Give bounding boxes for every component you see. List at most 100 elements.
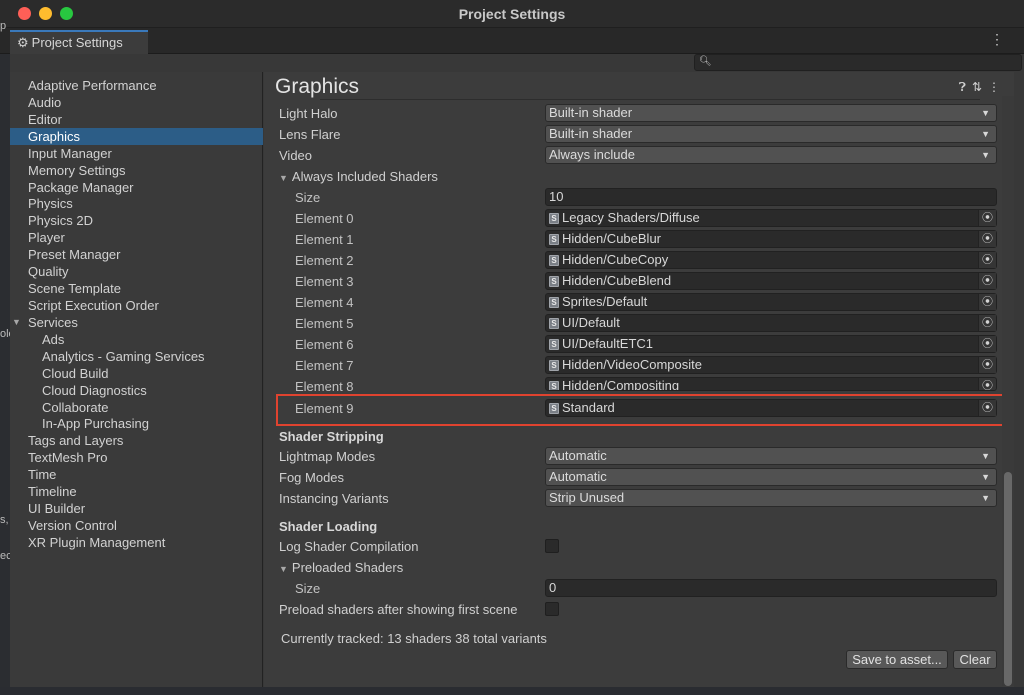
shader-object-field[interactable]: S Standard ⦿ bbox=[545, 399, 997, 417]
preload-after-scene-checkbox[interactable] bbox=[545, 602, 559, 616]
sidebar-item-input-manager[interactable]: Input Manager bbox=[10, 145, 263, 162]
sidebar-item-cloud-build[interactable]: Cloud Build bbox=[10, 365, 263, 382]
help-icon[interactable]: ❓︎ bbox=[959, 80, 972, 94]
sidebar-item-xr-plugin-management[interactable]: XR Plugin Management bbox=[10, 534, 263, 551]
header-divider bbox=[320, 99, 980, 100]
sidebar-item-in-app-purchasing[interactable]: In-App Purchasing bbox=[10, 415, 263, 432]
sidebar-item-version-control[interactable]: Version Control bbox=[10, 517, 263, 534]
lens-flare-dropdown[interactable]: Built-in shader ▼ bbox=[545, 125, 997, 143]
tab-label: Project Settings bbox=[31, 35, 123, 50]
shader-icon: S bbox=[549, 318, 559, 329]
always-included-foldout[interactable]: ▼ Always Included Shaders bbox=[279, 169, 438, 184]
object-picker-icon[interactable]: ⦿ bbox=[978, 336, 996, 352]
video-dropdown[interactable]: Always include ▼ bbox=[545, 146, 997, 164]
dropdown-value: Built-in shader bbox=[549, 105, 633, 120]
always-included-size-field[interactable]: 10 bbox=[545, 188, 997, 206]
element-label: Element 4 bbox=[295, 295, 354, 310]
sidebar-item-audio[interactable]: Audio bbox=[10, 94, 263, 111]
light-halo-label: Light Halo bbox=[279, 106, 338, 121]
object-picker-icon[interactable]: ⦿ bbox=[978, 294, 996, 310]
scrollbar-thumb[interactable] bbox=[1004, 472, 1012, 686]
foldout-label: Preloaded Shaders bbox=[291, 560, 404, 575]
sidebar-item-cloud-diagnostics[interactable]: Cloud Diagnostics bbox=[10, 382, 263, 399]
sidebar-item-time[interactable]: Time bbox=[10, 466, 263, 483]
tab-bar: ⚙ Project Settings ⋮ bbox=[0, 28, 1024, 54]
object-picker-icon[interactable]: ⦿ bbox=[978, 315, 996, 331]
video-label: Video bbox=[279, 148, 313, 163]
expand-triangle-icon[interactable]: ▼ bbox=[12, 314, 21, 331]
more-options-icon[interactable]: ⋮ bbox=[988, 80, 1006, 94]
shader-object-field[interactable]: S UI/Default ⦿ bbox=[545, 314, 997, 332]
sidebar-item-physics[interactable]: Physics bbox=[10, 195, 263, 212]
shader-icon: S bbox=[549, 381, 559, 390]
fog-modes-label: Fog Modes bbox=[279, 470, 345, 485]
chevron-down-icon: ▼ bbox=[981, 472, 990, 482]
sidebar-item-memory-settings[interactable]: Memory Settings bbox=[10, 162, 263, 179]
shader-object-field[interactable]: S Hidden/Compositing ⦿ bbox=[545, 377, 997, 391]
chevron-down-icon: ▼ bbox=[981, 493, 990, 503]
sidebar-item-package-manager[interactable]: Package Manager bbox=[10, 179, 263, 196]
sidebar-item-timeline[interactable]: Timeline bbox=[10, 483, 263, 500]
sidebar-item-player[interactable]: Player bbox=[10, 229, 263, 246]
sidebar-item-graphics[interactable]: Graphics bbox=[10, 128, 263, 145]
shader-icon: S bbox=[549, 339, 559, 350]
shader-object-field[interactable]: S Sprites/Default ⦿ bbox=[545, 293, 997, 311]
sidebar-item-quality[interactable]: Quality bbox=[10, 263, 263, 280]
dropdown-value: Built-in shader bbox=[549, 126, 633, 141]
element-label: Element 6 bbox=[295, 337, 354, 352]
sidebar-item-physics-2d[interactable]: Physics 2D bbox=[10, 212, 263, 229]
object-picker-icon[interactable]: ⦿ bbox=[978, 357, 996, 373]
sidebar-item-collaborate[interactable]: Collaborate bbox=[10, 399, 263, 416]
sidebar-item-services[interactable]: ▼ Services bbox=[10, 314, 263, 331]
sidebar-item-ads[interactable]: Ads bbox=[10, 331, 263, 348]
lens-flare-label: Lens Flare bbox=[279, 127, 341, 142]
object-picker-icon[interactable]: ⦿ bbox=[978, 231, 996, 247]
sidebar-item-analytics[interactable]: Analytics - Gaming Services bbox=[10, 348, 263, 365]
sidebar-item-preset-manager[interactable]: Preset Manager bbox=[10, 246, 263, 263]
shader-stripping-heading: Shader Stripping bbox=[279, 429, 384, 444]
kebab-menu-icon[interactable]: ⋮ bbox=[990, 31, 1004, 48]
fog-modes-dropdown[interactable]: Automatic ▼ bbox=[545, 468, 997, 486]
shader-object-field[interactable]: S UI/DefaultETC1 ⦿ bbox=[545, 335, 997, 353]
sidebar-item-textmesh-pro[interactable]: TextMesh Pro bbox=[10, 449, 263, 466]
sidebar-item-label: Services bbox=[28, 315, 78, 330]
tracked-shaders-status: Currently tracked: 13 shaders 38 total v… bbox=[281, 631, 547, 646]
settings-sidebar: Adaptive Performance Audio Editor Graphi… bbox=[10, 72, 263, 687]
sidebar-item-scene-template[interactable]: Scene Template bbox=[10, 280, 263, 297]
lightmap-modes-dropdown[interactable]: Automatic ▼ bbox=[545, 447, 997, 465]
vertical-scrollbar[interactable] bbox=[1002, 96, 1014, 686]
search-input[interactable]: 🔍︎ bbox=[694, 54, 1022, 71]
sidebar-item-script-execution-order[interactable]: Script Execution Order bbox=[10, 297, 263, 314]
preloaded-size-field[interactable]: 0 bbox=[545, 579, 997, 597]
shader-object-field[interactable]: S Legacy Shaders/Diffuse ⦿ bbox=[545, 209, 997, 227]
preloaded-shaders-foldout[interactable]: ▼ Preloaded Shaders bbox=[279, 560, 403, 575]
shader-object-field[interactable]: S Hidden/CubeCopy ⦿ bbox=[545, 251, 997, 269]
background-window-edge: p ole s, ec bbox=[0, 20, 10, 695]
clear-button[interactable]: Clear bbox=[953, 650, 997, 669]
shader-object-field[interactable]: S Hidden/CubeBlur ⦿ bbox=[545, 230, 997, 248]
object-picker-icon[interactable]: ⦿ bbox=[978, 252, 996, 268]
sidebar-item-tags-and-layers[interactable]: Tags and Layers bbox=[10, 432, 263, 449]
object-picker-icon[interactable]: ⦿ bbox=[978, 210, 996, 226]
sidebar-item-editor[interactable]: Editor bbox=[10, 111, 263, 128]
object-picker-icon[interactable]: ⦿ bbox=[978, 273, 996, 289]
chevron-down-icon: ▼ bbox=[981, 129, 990, 139]
settings-main-panel: Graphics ❓︎⇅⋮ Light Halo Built-in shader… bbox=[264, 72, 1014, 687]
tab-project-settings[interactable]: ⚙ Project Settings bbox=[10, 30, 148, 54]
bleed-text: p bbox=[0, 20, 7, 32]
sidebar-item-adaptive-performance[interactable]: Adaptive Performance bbox=[10, 77, 263, 94]
object-picker-icon[interactable]: ⦿ bbox=[978, 378, 996, 390]
log-shader-compilation-checkbox[interactable] bbox=[545, 539, 559, 553]
expand-triangle-icon: ▼ bbox=[279, 173, 288, 183]
shader-object-field[interactable]: S Hidden/VideoComposite ⦿ bbox=[545, 356, 997, 374]
light-halo-dropdown[interactable]: Built-in shader ▼ bbox=[545, 104, 997, 122]
preset-sliders-icon[interactable]: ⇅ bbox=[972, 80, 988, 94]
object-picker-icon[interactable]: ⦿ bbox=[978, 400, 996, 416]
save-to-asset-button[interactable]: Save to asset... bbox=[846, 650, 948, 669]
instancing-variants-dropdown[interactable]: Strip Unused ▼ bbox=[545, 489, 997, 507]
shader-name: Hidden/VideoComposite bbox=[562, 357, 702, 372]
sidebar-item-ui-builder[interactable]: UI Builder bbox=[10, 500, 263, 517]
project-settings-window: Project Settings ⚙ Project Settings ⋮ 🔍︎ … bbox=[0, 0, 1024, 695]
shader-object-field[interactable]: S Hidden/CubeBlend ⦿ bbox=[545, 272, 997, 290]
dropdown-value: Strip Unused bbox=[549, 490, 625, 505]
